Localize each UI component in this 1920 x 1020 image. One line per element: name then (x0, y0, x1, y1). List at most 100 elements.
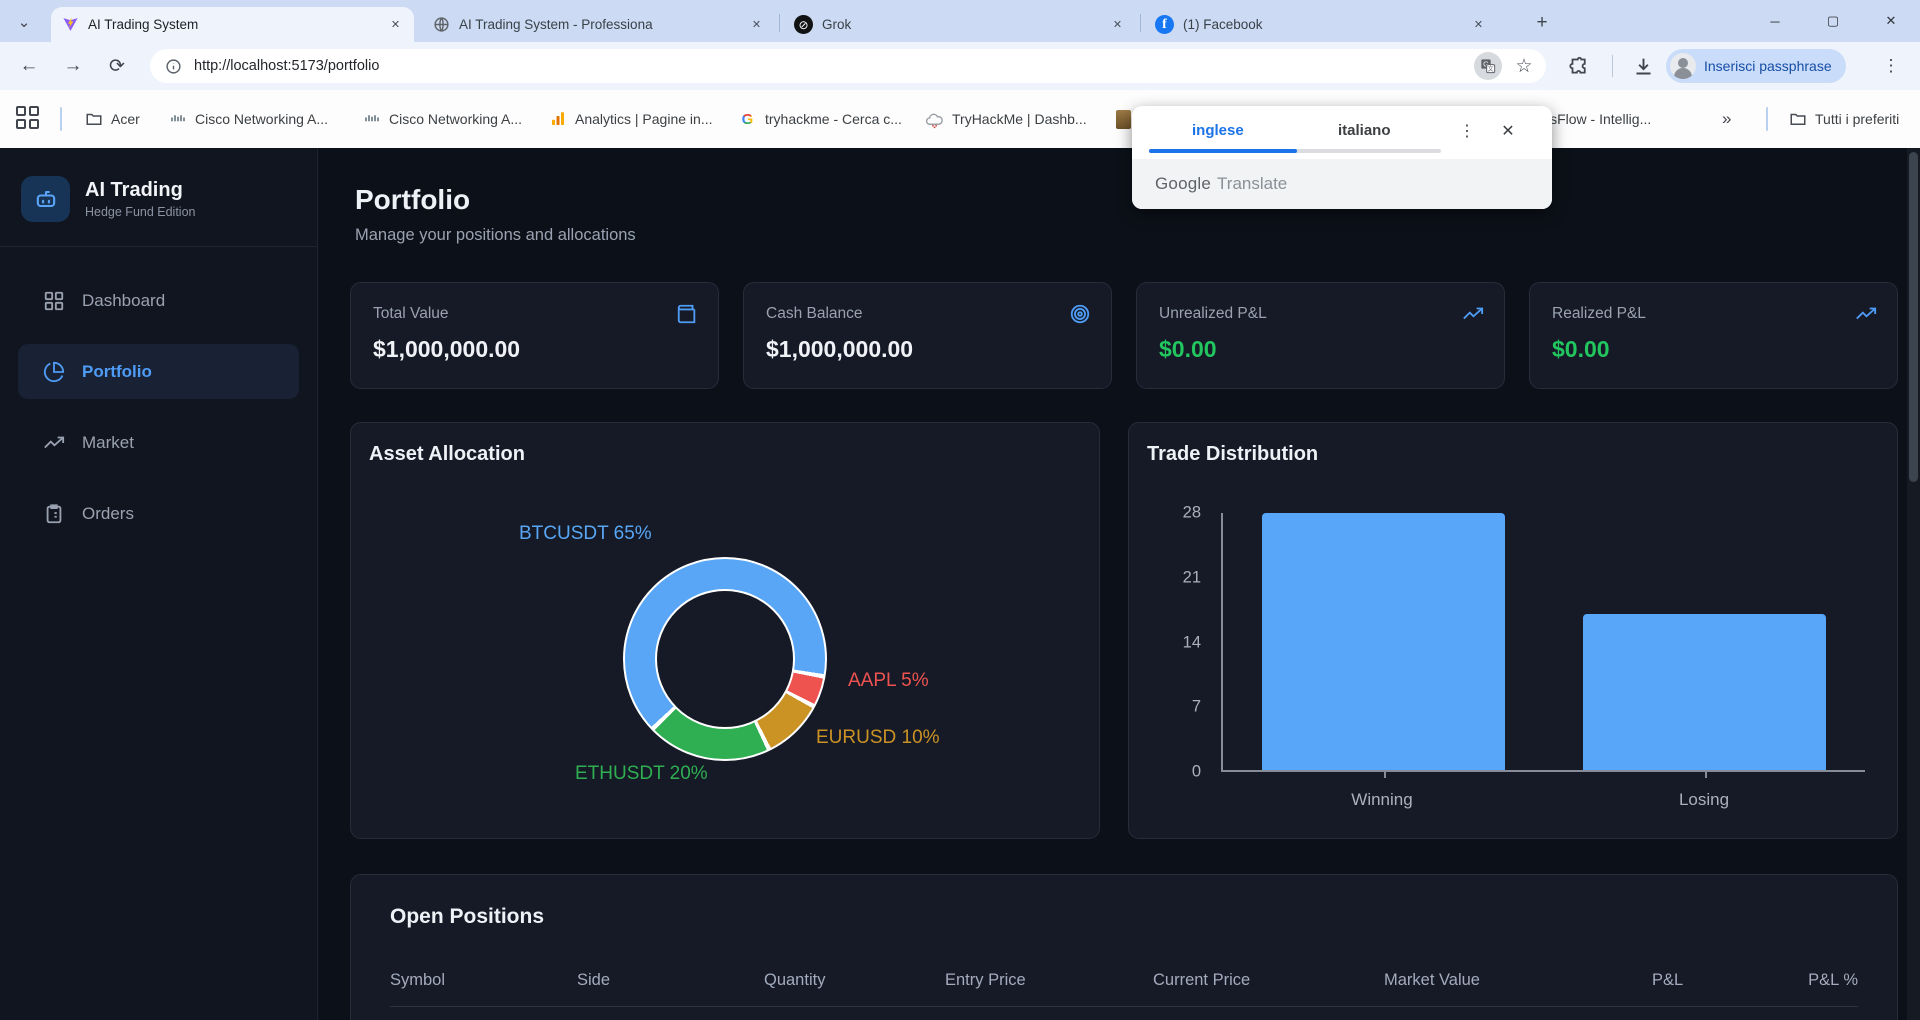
tab-ai-trading-system[interactable]: AI Trading System ✕ (51, 7, 414, 42)
reload-icon[interactable]: ⟳ (100, 49, 134, 83)
toolbar-separator (1612, 55, 1613, 77)
trending-up-icon (1855, 303, 1877, 325)
bookmark-star-icon[interactable]: ☆ (1510, 52, 1538, 80)
bookmark-cisco-2[interactable]: Cisco Networking A... (362, 104, 522, 134)
window-close-button[interactable]: ✕ (1862, 0, 1920, 42)
sidebar-item-portfolio[interactable]: Portfolio (18, 344, 299, 399)
bookmark-analytics[interactable]: Analytics | Pagine in... (548, 104, 712, 134)
vite-icon (61, 16, 79, 34)
tab-strip: ⌄ AI Trading System ✕ AI Trading System … (0, 0, 1920, 42)
y-tick-7: 7 (1192, 698, 1201, 717)
tab-separator (779, 14, 780, 32)
col-pnl-pct: P&L % (1784, 971, 1858, 990)
bar-yticks: 28211470 (1129, 513, 1213, 772)
profile-label: Inserisci passphrase (1704, 58, 1832, 74)
robot-icon (21, 176, 70, 222)
x-label-winning: Winning (1221, 790, 1543, 810)
back-icon[interactable]: ← (12, 49, 46, 83)
tab-close-icon[interactable]: ✕ (1470, 16, 1487, 33)
bookmarks-separator (1766, 107, 1768, 131)
tab-close-icon[interactable]: ✕ (387, 16, 404, 33)
tab-search-chevron-icon[interactable]: ⌄ (10, 8, 38, 36)
translate-tab-inglese[interactable]: inglese (1192, 106, 1244, 154)
profile-chip[interactable]: Inserisci passphrase (1666, 49, 1846, 83)
address-bar[interactable]: http://localhost:5173/portfolio G文 ☆ (150, 49, 1546, 83)
bookmark-all-favorites[interactable]: Tutti i preferiti (1788, 104, 1899, 134)
grok-icon: ⊘ (794, 15, 813, 34)
bar-plot (1221, 513, 1865, 772)
facebook-icon: f (1155, 15, 1174, 34)
donut-hole (655, 589, 795, 729)
bookmark-tryhackme-search[interactable]: G tryhackme - Cerca c... (738, 104, 902, 134)
sidebar-item-orders[interactable]: Orders (18, 486, 299, 541)
translate-popup-footer: Google Translate (1132, 159, 1552, 209)
window-minimize-button[interactable]: ─ (1746, 0, 1804, 42)
positions-table-header: Symbol Side Quantity Entry Price Current… (390, 971, 1858, 1007)
main-content: Portfolio Manage your positions and allo… (318, 148, 1920, 1020)
tab-close-icon[interactable]: ✕ (1109, 16, 1126, 33)
open-positions-title: Open Positions (390, 905, 1858, 929)
bookmarks-overflow-chevron[interactable]: » (1722, 104, 1731, 134)
wallet-icon (676, 303, 698, 325)
browser-menu-icon[interactable]: ⋮ (1878, 53, 1904, 79)
stat-value: $0.00 (1159, 336, 1482, 363)
extensions-icon[interactable] (1566, 53, 1592, 79)
translate-progress-bar (1149, 149, 1297, 153)
donut-label-ethusdt: ETHUSDT 20% (575, 763, 708, 785)
translate-popup: inglese italiano ⋮ ✕ Google Translate (1132, 106, 1552, 209)
trending-up-icon (42, 431, 66, 455)
page-scrollbar[interactable] (1907, 148, 1920, 1020)
sidebar-item-dashboard[interactable]: Dashboard (18, 273, 299, 328)
translate-close-icon[interactable]: ✕ (1496, 119, 1520, 143)
stat-card-realized-pnl: Realized P&L $0.00 (1529, 282, 1898, 389)
translate-popup-tabs: inglese italiano ⋮ ✕ (1132, 106, 1552, 159)
stat-card-cash-balance: Cash Balance $1,000,000.00 (743, 282, 1112, 389)
stat-value: $1,000,000.00 (766, 336, 1089, 363)
bookmark-tryhackme-dash[interactable]: TryHackMe | Dashb... (925, 104, 1087, 134)
avatar (1670, 53, 1696, 79)
site-info-icon[interactable] (162, 55, 184, 77)
tab-grok[interactable]: ⊘ Grok ✕ (784, 7, 1136, 42)
app-root: AI Trading Hedge Fund Edition Dashboard … (0, 148, 1920, 1020)
tab-facebook[interactable]: f (1) Facebook ✕ (1145, 7, 1497, 42)
bookmark-cisco-1[interactable]: Cisco Networking A... (168, 104, 328, 134)
bookmark-acer[interactable]: Acer (84, 104, 140, 134)
chart-row: Asset Allocation BTCUSDT 65%AAPL 5%EURUS… (350, 422, 1898, 839)
stat-value: $1,000,000.00 (373, 336, 696, 363)
y-tick-0: 0 (1192, 763, 1201, 782)
translate-progress-track (1149, 149, 1441, 153)
donut-label-eurusd: EURUSD 10% (816, 727, 940, 749)
col-pnl: P&L (1652, 971, 1784, 990)
forward-icon[interactable]: → (56, 49, 90, 83)
sidebar: AI Trading Hedge Fund Edition Dashboard … (0, 148, 318, 1020)
stat-card-total-value: Total Value $1,000,000.00 (350, 282, 719, 389)
tab-title: AI Trading System - Professiona (459, 17, 740, 32)
download-icon[interactable] (1630, 53, 1656, 79)
col-symbol: Symbol (390, 971, 577, 990)
donut-label-aapl: AAPL 5% (848, 670, 929, 692)
stat-value: $0.00 (1552, 336, 1875, 363)
tab-ai-trading-professional[interactable]: AI Trading System - Professiona ✕ (422, 7, 775, 42)
app-logo: AI Trading Hedge Fund Edition (0, 148, 317, 247)
apps-grid-icon[interactable] (16, 106, 42, 132)
stat-cards: Total Value $1,000,000.00 Cash Balance $… (350, 282, 1898, 389)
bookmarks-separator (60, 107, 62, 131)
translate-icon[interactable]: G文 (1474, 52, 1502, 80)
bookmark-partial-icon[interactable] (1116, 104, 1131, 134)
col-market-value: Market Value (1384, 971, 1652, 990)
bar-losing (1583, 614, 1827, 770)
app-edition: Hedge Fund Edition (85, 205, 196, 219)
new-tab-button[interactable]: + (1528, 9, 1556, 37)
tab-close-icon[interactable]: ✕ (748, 16, 765, 33)
grid-icon (42, 289, 66, 313)
asset-allocation-card: Asset Allocation BTCUSDT 65%AAPL 5%EURUS… (350, 422, 1100, 839)
window-maximize-button[interactable]: ▢ (1804, 0, 1862, 42)
analytics-icon (548, 110, 567, 129)
x-label-losing: Losing (1543, 790, 1865, 810)
bar-winning (1262, 513, 1506, 770)
pie-chart-icon (42, 360, 66, 384)
sidebar-item-market[interactable]: Market (18, 415, 299, 470)
scrollbar-thumb[interactable] (1909, 152, 1918, 482)
translate-menu-icon[interactable]: ⋮ (1455, 119, 1479, 143)
translate-tab-italiano[interactable]: italiano (1338, 106, 1391, 154)
